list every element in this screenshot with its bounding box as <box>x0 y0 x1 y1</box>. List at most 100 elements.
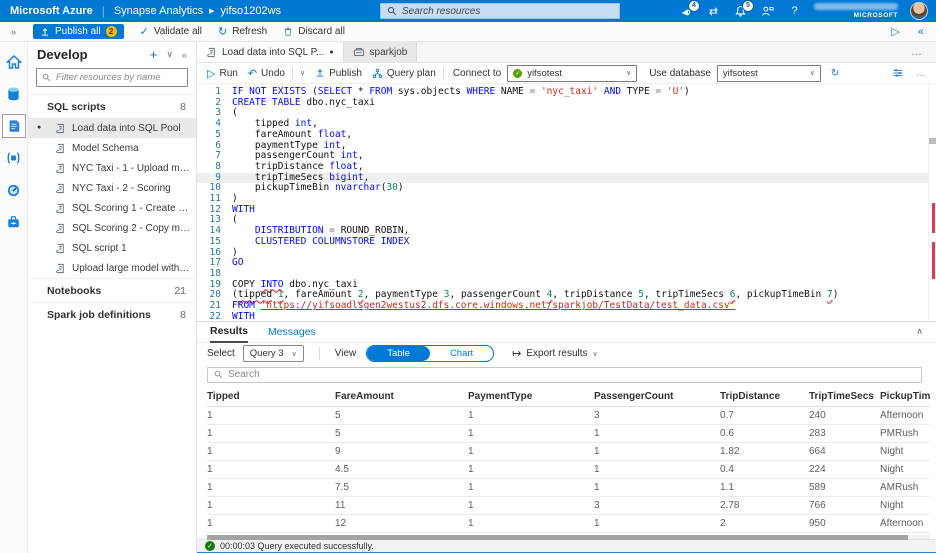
nav-data-icon[interactable] <box>2 82 26 106</box>
nav-monitor-icon[interactable] <box>2 178 26 202</box>
connect-to-dropdown[interactable]: ✓ yifsotest ∨ <box>507 64 638 82</box>
tree-item[interactable]: NYC Taxi - 2 - Scoring <box>28 178 196 198</box>
sql-script-icon <box>55 203 66 214</box>
chevron-down-icon: ∨ <box>592 350 598 358</box>
table-row[interactable]: 1 12 1 1 2 950 Afternoon <box>207 515 930 533</box>
undo-menu-chevron-icon[interactable]: ∨ <box>300 69 305 77</box>
debug-icon[interactable]: ▷ <box>891 25 899 38</box>
tab-sparkjob[interactable]: sparkjob <box>343 42 418 62</box>
tab-load-data-into-sql-pool[interactable]: Load data into SQL P... ● <box>197 42 344 62</box>
discard-all-button[interactable]: Discard all <box>283 26 345 37</box>
tab-overflow-icon[interactable]: … <box>911 42 936 62</box>
table-row[interactable]: 1 5 1 1 0.6 283 PMRush <box>207 425 930 443</box>
use-database-group: Use database <box>649 68 711 79</box>
collapse-develop-icon[interactable]: « <box>182 50 187 60</box>
table-row[interactable]: 1 9 1 1 1.82 664 Night <box>207 443 930 461</box>
table-hscrollbar[interactable] <box>207 534 930 540</box>
undo-button[interactable]: ↶ Undo <box>248 67 285 80</box>
tree-item[interactable]: SQL Scoring 2 - Copy model into mo... <box>28 218 196 238</box>
account-info[interactable]: MICROSOFT <box>814 3 898 19</box>
whats-new-icon[interactable]: 4 <box>679 0 700 19</box>
results-search-input[interactable]: Search <box>207 366 922 383</box>
azure-brand[interactable]: Microsoft Azure <box>10 5 93 17</box>
line-number: 5 <box>215 128 221 140</box>
tree-section[interactable]: Notebooks 21 <box>28 278 196 302</box>
view-table-button[interactable]: Table <box>367 346 430 362</box>
tab-results[interactable]: Results <box>210 325 248 344</box>
filter-resources-input[interactable]: Filter resources by name <box>36 68 188 87</box>
collapse-panel-icon[interactable]: « <box>918 26 924 38</box>
query-plan-button[interactable]: Query plan <box>372 68 436 79</box>
search-resources-input[interactable]: Search resources <box>380 3 620 19</box>
add-resource-icon[interactable]: + <box>150 47 158 62</box>
publish-all-button[interactable]: Publish all 2 <box>33 24 124 39</box>
sql-script-icon <box>55 163 66 174</box>
table-cell: 1 <box>594 517 600 529</box>
export-label: Export results <box>526 348 588 360</box>
breadcrumb-product[interactable]: Synapse Analytics <box>114 5 203 17</box>
use-database-dropdown[interactable]: yifsotest ∨ <box>716 64 821 82</box>
nav-manage-icon[interactable] <box>2 210 26 234</box>
refresh-button[interactable]: ↻ Refresh <box>218 25 267 38</box>
column-header[interactable]: FareAmount <box>335 391 468 402</box>
tree-item[interactable]: ● Load data into SQL Pool <box>28 118 196 138</box>
tab-messages[interactable]: Messages <box>268 326 316 342</box>
search-icon <box>42 73 51 82</box>
bell-icon[interactable]: 5 <box>733 0 754 19</box>
validate-all-label: Validate all <box>153 26 202 37</box>
main-area: Develop + ∨ « Filter resources by name S… <box>0 42 936 553</box>
nav-integrate-icon[interactable] <box>2 146 26 170</box>
table-row[interactable]: 1 4.5 1 1 0.4 224 Night <box>207 461 930 479</box>
run-button[interactable]: ▷ Run <box>207 67 238 80</box>
switch-directory-icon[interactable]: ⇄ <box>706 4 721 19</box>
unsaved-dot-icon: ● <box>329 48 334 56</box>
table-row[interactable]: 1 11 1 3 2.78 766 Night <box>207 497 930 515</box>
active-dot-icon: ● <box>37 124 42 131</box>
view-chart-button[interactable]: Chart <box>430 346 493 361</box>
trash-icon <box>283 26 293 37</box>
tree-item[interactable]: Upload large model with COPY INTO <box>28 258 196 278</box>
editor-scrollbar[interactable] <box>928 84 936 321</box>
expand-nav-icon[interactable]: » <box>0 27 27 37</box>
column-header[interactable]: PassengerCount <box>594 391 720 402</box>
settings-sliders-icon[interactable] <box>892 67 904 79</box>
breadcrumb-workspace[interactable]: yifso1202ws <box>221 5 282 17</box>
export-results-button[interactable]: ↦ Export results ∨ <box>512 347 597 360</box>
table-cell: 1 <box>207 499 213 511</box>
panel-title: Develop <box>37 47 88 62</box>
feedback-icon[interactable] <box>760 4 775 19</box>
tree-section[interactable]: SQL scripts 8 <box>28 94 196 118</box>
tree-item[interactable]: Model Schema <box>28 138 196 158</box>
hscrollbar-thumb[interactable] <box>207 534 909 540</box>
develop-header: Develop + ∨ « <box>28 42 196 67</box>
nav-develop-icon[interactable] <box>1 114 26 138</box>
command-bar: » Publish all 2 ✓ Validate all ↻ Refresh… <box>0 22 936 42</box>
tree-section[interactable]: Spark job definitions 8 <box>28 302 196 326</box>
table-row[interactable]: 1 5 1 3 0.7 240 Afternoon <box>207 407 930 425</box>
more-actions-icon[interactable]: … <box>916 68 926 79</box>
actions-chevron-icon[interactable]: ∨ <box>166 49 173 60</box>
discard-all-label: Discard all <box>298 26 345 37</box>
column-header[interactable]: PaymentType <box>468 391 594 402</box>
column-header[interactable]: TripDistance <box>720 391 809 402</box>
tree-item[interactable]: NYC Taxi - 1 - Upload model <box>28 158 196 178</box>
help-icon[interactable]: ? <box>787 4 802 19</box>
code-line: 2 CREATE TABLE dbo.nyc_taxi <box>197 97 936 109</box>
column-header[interactable]: TripTimeSecs <box>809 391 880 402</box>
table-row[interactable]: 1 7.5 1 1 1.1 589 AMRush <box>207 479 930 497</box>
tree-item[interactable]: SQL Scoring 1 - Create model table <box>28 198 196 218</box>
column-header[interactable]: PickupTimeBin <box>880 391 930 402</box>
avatar[interactable] <box>910 2 928 20</box>
nav-home-icon[interactable] <box>2 50 26 74</box>
code-editor[interactable]: 1 IF NOT EXISTS (SELECT * FROM sys.object… <box>197 84 936 322</box>
table-cell: 1 <box>594 445 600 457</box>
publish-button[interactable]: Publish <box>315 68 362 79</box>
tree-item-label: SQL Scoring 1 - Create model table <box>72 202 196 214</box>
tree-item[interactable]: SQL script 1 <box>28 238 196 258</box>
scrollbar-thumb[interactable] <box>929 138 936 144</box>
collapse-results-icon[interactable]: ∧ <box>916 326 923 342</box>
query-select-dropdown[interactable]: Query 3 ∨ <box>242 345 304 363</box>
validate-all-button[interactable]: ✓ Validate all <box>140 25 202 38</box>
column-header[interactable]: Tipped <box>207 391 335 402</box>
refresh-database-icon[interactable]: ↻ <box>831 68 839 79</box>
